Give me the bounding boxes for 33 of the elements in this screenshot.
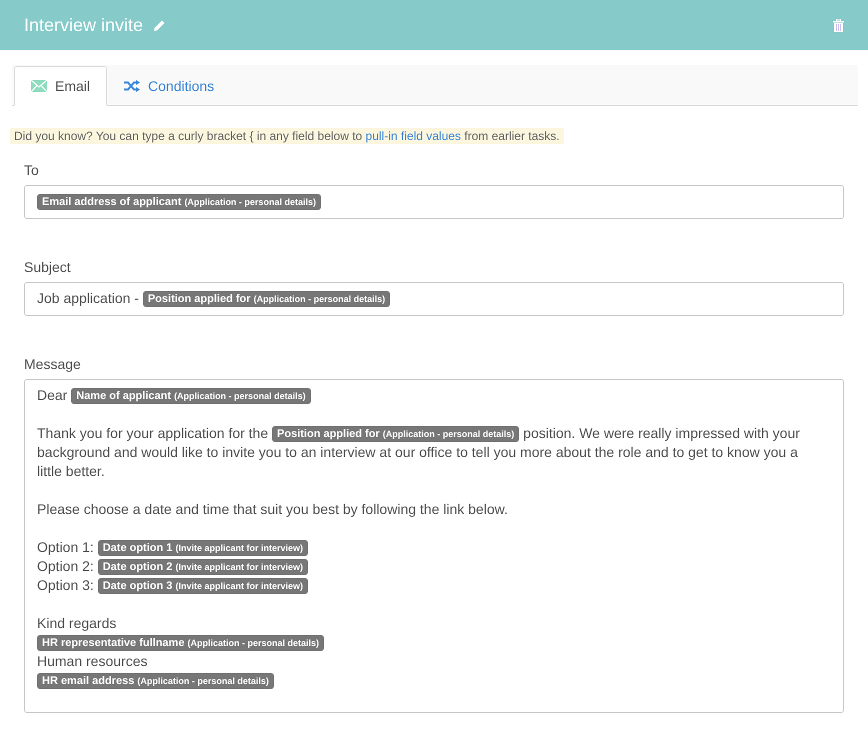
message-paragraph: Thank you for your application for the Position applied for (Application - personal details) position. We were really impressed with your background and would like to invite you to an interview at our office to tell you more about the role and to get to know you a little better. — [37, 424, 801, 481]
message-text: Job application - — [37, 290, 139, 306]
shuffle-icon — [124, 80, 140, 92]
field-chip[interactable]: Date option 3 (Invite applicant for interview) — [98, 578, 308, 594]
message-text: Option 1: — [37, 539, 94, 555]
field-chip[interactable]: Position applied for (Application - personal details) — [272, 426, 520, 442]
field-label: To — [24, 162, 40, 178]
field-chip[interactable]: Position applied for (Application - personal details) — [142, 291, 390, 307]
field-values-link[interactable]: pull-in field values — [366, 129, 461, 143]
tab[interactable]: Email — [14, 66, 108, 106]
delete-icon[interactable] — [833, 18, 844, 32]
tab[interactable]: Conditions — [107, 66, 232, 106]
field-chip[interactable]: Date option 1 (Invite applicant for interview) — [98, 540, 308, 556]
message-text: Option 2: — [37, 558, 94, 574]
message-text: Please choose a date and time that suit you best by following the link below. — [37, 501, 508, 517]
message-text: Dear — [37, 387, 68, 403]
field-chip[interactable]: HR representative fullname (Application - personal details) — [37, 635, 324, 651]
field-label: Subject — [24, 259, 72, 275]
input-field[interactable]: Email address of applicant (Application - personal details) — [24, 185, 844, 219]
field-chip[interactable]: Date option 2 (Invite applicant for interview) — [98, 559, 308, 575]
message-text: Human resources — [37, 653, 148, 669]
field-chip[interactable]: Name of applicant (Application - personal details) — [71, 388, 311, 404]
message-field[interactable] — [24, 379, 844, 713]
field-chip[interactable]: Email address of applicant (Application - personal details) — [37, 194, 321, 210]
field-label: Message — [24, 356, 82, 372]
tip-text: Did you know? You can type a curly bracket { in any field below to pull-in field values from earlier tasks. — [10, 128, 564, 144]
input-field[interactable]: Job application - Position applied for (Application - personal details) — [24, 282, 844, 316]
envelope-icon — [31, 80, 47, 92]
field-chip[interactable]: HR email address (Application - personal details) — [37, 673, 274, 689]
message-text: Option 3: — [37, 577, 94, 593]
edit-icon[interactable] — [153, 18, 166, 32]
page-title: Interview invite — [24, 14, 144, 36]
message-text: Kind regards — [37, 615, 116, 631]
